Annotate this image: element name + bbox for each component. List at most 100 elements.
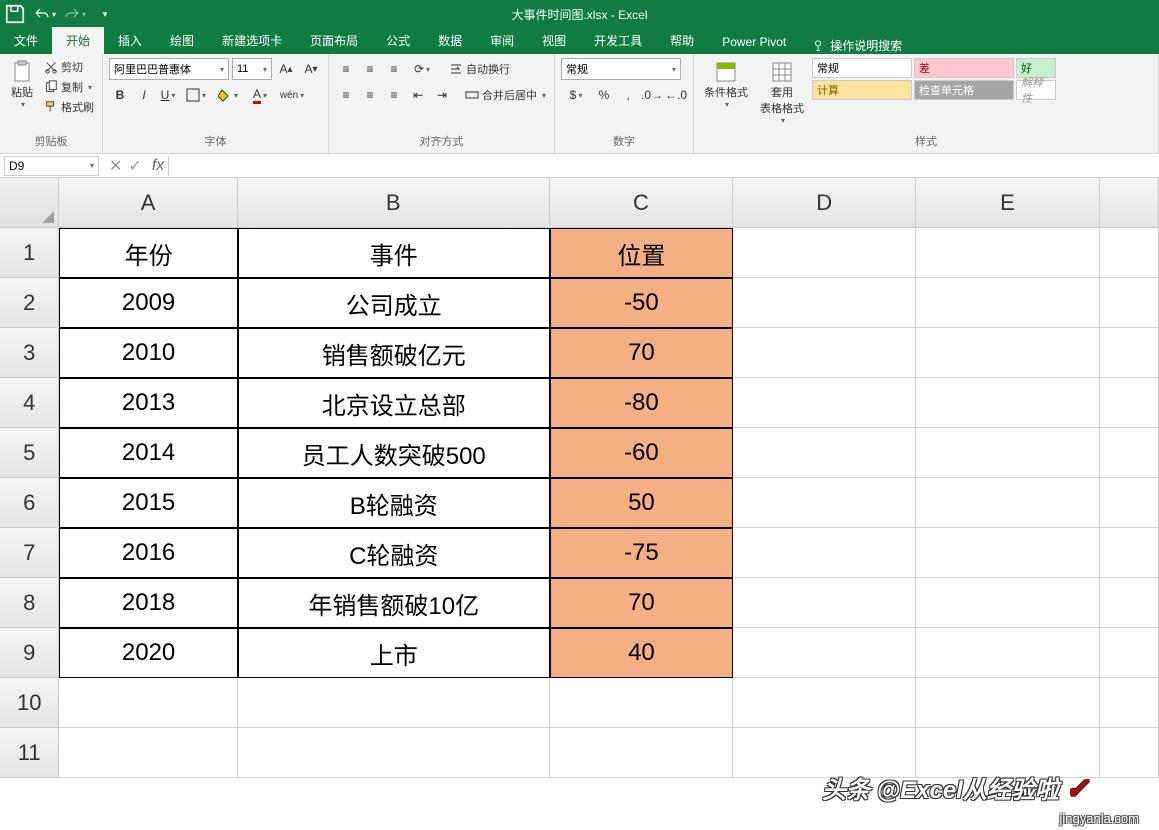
cell-A5[interactable]: 2014: [59, 428, 237, 478]
name-box[interactable]: D9▾: [4, 156, 99, 176]
col-header-E[interactable]: E: [916, 178, 1099, 228]
style-normal[interactable]: 常规: [812, 58, 912, 78]
indent-right-icon[interactable]: ⇥: [431, 84, 453, 106]
cell-A10[interactable]: [59, 678, 237, 728]
cell-C1[interactable]: 位置: [550, 228, 733, 278]
cell-B6[interactable]: B轮融资: [238, 478, 550, 528]
align-bottom-icon[interactable]: ≡: [383, 58, 405, 80]
cell-B3[interactable]: 销售额破亿元: [238, 328, 550, 378]
cell-E9[interactable]: [916, 628, 1099, 678]
col-header-C[interactable]: C: [550, 178, 733, 228]
comma-icon[interactable]: ,: [617, 84, 639, 106]
increase-decimal-icon[interactable]: .0→: [641, 84, 663, 106]
align-right-icon[interactable]: ≡: [383, 84, 405, 106]
cell-B7[interactable]: C轮融资: [238, 528, 550, 578]
cell-B5[interactable]: 员工人数突破500: [238, 428, 550, 478]
tab-insert[interactable]: 插入: [104, 27, 156, 54]
col-header-B[interactable]: B: [238, 178, 550, 228]
spreadsheet-grid[interactable]: A B C D E 1 年份 事件 位置 22009公司成立-50 32010销…: [0, 178, 1159, 778]
paste-button[interactable]: 粘贴 ▾: [6, 58, 38, 111]
save-icon[interactable]: [4, 3, 26, 25]
align-top-icon[interactable]: ≡: [335, 58, 357, 80]
cancel-formula-icon[interactable]: ✕: [109, 156, 122, 176]
cell-C11[interactable]: [550, 728, 733, 778]
number-format-select[interactable]: 常规▾: [561, 58, 681, 80]
redo-icon[interactable]: ▾: [64, 3, 86, 25]
style-calc[interactable]: 计算: [812, 80, 912, 100]
tab-draw[interactable]: 绘图: [156, 27, 208, 54]
align-left-icon[interactable]: ≡: [335, 84, 357, 106]
row-header-8[interactable]: 8: [0, 578, 59, 628]
cell-D2[interactable]: [733, 278, 916, 328]
align-center-icon[interactable]: ≡: [359, 84, 381, 106]
tab-formulas[interactable]: 公式: [372, 27, 424, 54]
cell-B4[interactable]: 北京设立总部: [238, 378, 550, 428]
undo-icon[interactable]: ▾: [34, 3, 56, 25]
cell-C5[interactable]: -60: [550, 428, 733, 478]
underline-button[interactable]: U▾: [157, 84, 179, 106]
tab-file[interactable]: 文件: [0, 27, 52, 54]
cell-E10[interactable]: [916, 678, 1099, 728]
decrease-font-icon[interactable]: A▾: [300, 58, 322, 80]
cell-D7[interactable]: [733, 528, 916, 578]
cell-A6[interactable]: 2015: [59, 478, 237, 528]
cell-A8[interactable]: 2018: [59, 578, 237, 628]
row-header-11[interactable]: 11: [0, 728, 59, 778]
cell-E2[interactable]: [916, 278, 1099, 328]
tab-pivot[interactable]: Power Pivot: [708, 30, 800, 54]
cell-E3[interactable]: [916, 328, 1099, 378]
cell-C4[interactable]: -80: [550, 378, 733, 428]
cell-F1[interactable]: [1100, 228, 1159, 278]
fill-color-button[interactable]: ▾: [213, 84, 243, 106]
tab-newtab[interactable]: 新建选项卡: [208, 27, 296, 54]
style-explain[interactable]: 解释性: [1016, 80, 1056, 100]
italic-button[interactable]: I: [133, 84, 155, 106]
format-table-button[interactable]: 套用 表格格式▾: [756, 58, 808, 127]
row-header-5[interactable]: 5: [0, 428, 59, 478]
col-header-F[interactable]: [1100, 178, 1159, 228]
tab-review[interactable]: 审阅: [476, 27, 528, 54]
wrap-text-button[interactable]: 自动换行: [447, 58, 512, 80]
orientation-icon[interactable]: ⟳▾: [407, 58, 437, 80]
font-size-select[interactable]: 11▾: [232, 58, 272, 80]
cell-E1[interactable]: [916, 228, 1099, 278]
qat-customize-icon[interactable]: ▾: [94, 3, 116, 25]
cell-D1[interactable]: [733, 228, 916, 278]
cell-D9[interactable]: [733, 628, 916, 678]
tab-data[interactable]: 数据: [424, 27, 476, 54]
cell-C6[interactable]: 50: [550, 478, 733, 528]
conditional-format-button[interactable]: 条件格式▾: [700, 58, 752, 111]
copy-button[interactable]: 复制▾: [42, 78, 96, 96]
tab-home[interactable]: 开始: [52, 27, 104, 54]
cell-C2[interactable]: -50: [550, 278, 733, 328]
border-button[interactable]: ▾: [181, 84, 211, 106]
phonetic-button[interactable]: wén▾: [277, 84, 307, 106]
cell-C8[interactable]: 70: [550, 578, 733, 628]
row-header-6[interactable]: 6: [0, 478, 59, 528]
tab-dev[interactable]: 开发工具: [580, 27, 656, 54]
tab-view[interactable]: 视图: [528, 27, 580, 54]
cell-B1[interactable]: 事件: [238, 228, 550, 278]
row-header-1[interactable]: 1: [0, 228, 59, 278]
font-color-button[interactable]: A▾: [245, 84, 275, 106]
cell-D4[interactable]: [733, 378, 916, 428]
cell-E5[interactable]: [916, 428, 1099, 478]
cell-E6[interactable]: [916, 478, 1099, 528]
style-bad[interactable]: 差: [914, 58, 1014, 78]
select-all-corner[interactable]: [0, 178, 59, 228]
bold-button[interactable]: B: [109, 84, 131, 106]
decrease-decimal-icon[interactable]: ←.0: [665, 84, 687, 106]
cell-C7[interactable]: -75: [550, 528, 733, 578]
formula-bar[interactable]: [168, 156, 1159, 176]
cell-E8[interactable]: [916, 578, 1099, 628]
tab-help[interactable]: 帮助: [656, 27, 708, 54]
row-header-9[interactable]: 9: [0, 628, 59, 678]
increase-font-icon[interactable]: A▴: [275, 58, 297, 80]
cut-button[interactable]: 剪切: [42, 58, 96, 76]
row-header-7[interactable]: 7: [0, 528, 59, 578]
row-header-4[interactable]: 4: [0, 378, 59, 428]
cell-A4[interactable]: 2013: [59, 378, 237, 428]
cell-C3[interactable]: 70: [550, 328, 733, 378]
cell-C9[interactable]: 40: [550, 628, 733, 678]
align-middle-icon[interactable]: ≡: [359, 58, 381, 80]
